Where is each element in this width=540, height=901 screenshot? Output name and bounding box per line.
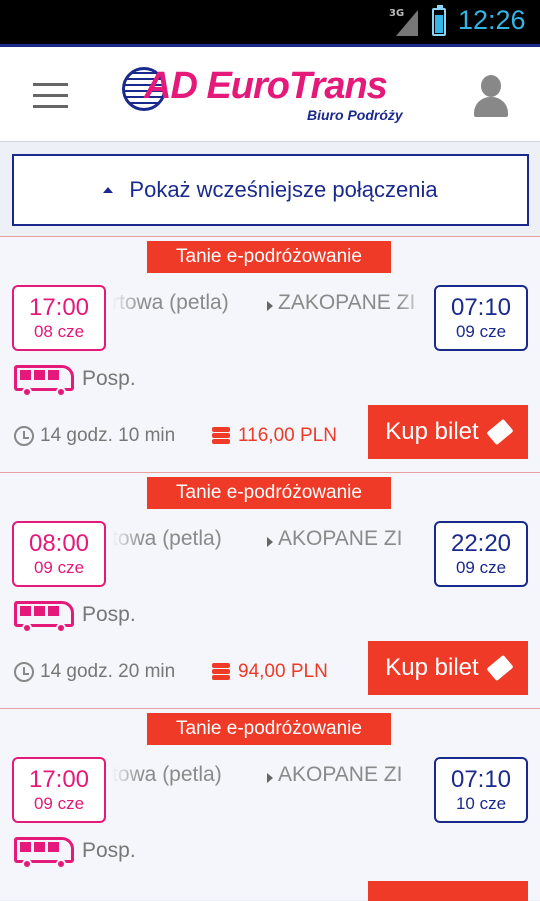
bus-type: Posp. [82,839,136,862]
route-arrow-icon [267,537,273,547]
departure-time: 08:00 [28,530,90,557]
arrival-time-box: 07:10 10 cze [434,757,528,823]
bus-icon [14,599,78,633]
buy-ticket-label: Kup bilet [385,654,479,681]
show-earlier-button[interactable]: Pokaż wcześniejsze połączenia [12,154,529,226]
buy-ticket-button[interactable] [368,881,528,901]
price: 94,00 PLN [212,661,328,683]
route: rtowa (petla) ZAKOPANE ZI [112,291,428,323]
arrival-time: 07:10 [450,294,512,321]
duration-text: 14 godz. 20 min [40,661,176,682]
bus-icon [14,363,78,397]
clock-icon [14,426,34,446]
bus-type: Posp. [82,367,136,390]
app-header: AD EuroTrans Biuro Podróży [0,44,540,142]
arrival-time: 22:20 [450,530,512,557]
departure-date: 09 cze [33,558,85,577]
status-clock: 12:26 [458,5,526,35]
logo: AD EuroTrans Biuro Podróży [122,63,422,127]
buy-ticket-button[interactable]: Kup bilet [368,641,528,695]
price: 116,00 PLN [212,425,337,447]
bus-icon [14,835,78,869]
connection-card: Tanie e-podróżowanie 17:00 09 cze towa (… [0,708,540,901]
route: towa (petla) AKOPANE ZI [112,763,428,795]
battery-icon [432,5,446,36]
price-text: 116,00 PLN [238,425,337,446]
departure-time-box: 08:00 09 cze [12,521,106,587]
show-earlier-label: Pokaż wcześniejsze połączenia [129,177,438,202]
buy-ticket-label: Kup bilet [385,418,479,445]
bus-type: Posp. [82,603,136,626]
connection-card: Tanie e-podróżowanie 08:00 09 cze towa (… [0,472,540,708]
arrival-date: 09 cze [455,322,507,341]
status-bar: 3G 12:26 [0,0,540,44]
duration: 14 godz. 10 min [14,425,175,447]
promo-badge: Tanie e-podróżowanie [147,241,391,273]
connection-card: Tanie e-podróżowanie 17:00 08 cze rtowa … [0,236,540,472]
route-arrow-icon [267,773,273,783]
clock-icon [14,662,34,682]
arrival-time: 07:10 [450,766,512,793]
buy-ticket-button[interactable]: Kup bilet [368,405,528,459]
logo-text: AD EuroTrans [144,65,388,107]
arrival-date: 09 cze [455,558,507,577]
departure-time: 17:00 [28,294,90,321]
departure-time: 17:00 [28,766,90,793]
coins-icon [212,427,230,445]
departure-date: 08 cze [33,322,85,341]
departure-date: 09 cze [33,794,85,813]
menu-icon[interactable] [33,83,68,109]
departure-time-box: 17:00 09 cze [12,757,106,823]
user-icon[interactable] [472,75,510,119]
route: towa (petla) AKOPANE ZI [112,527,428,559]
arrival-time-box: 07:10 09 cze [434,285,528,351]
arrival-time-box: 22:20 09 cze [434,521,528,587]
route-arrow-icon [267,301,273,311]
coins-icon [212,663,230,681]
caret-up-icon [103,187,114,193]
arrival-date: 10 cze [455,794,507,813]
signal-icon [396,10,418,36]
ticket-icon [486,418,514,446]
logo-subtitle: Biuro Podróży [307,107,403,123]
ticket-icon [486,654,514,682]
departure-time-box: 17:00 08 cze [12,285,106,351]
duration-text: 14 godz. 10 min [40,425,176,446]
promo-badge: Tanie e-podróżowanie [147,477,391,509]
duration: 14 godz. 20 min [14,661,175,683]
promo-badge: Tanie e-podróżowanie [147,713,391,745]
price-text: 94,00 PLN [238,661,328,682]
